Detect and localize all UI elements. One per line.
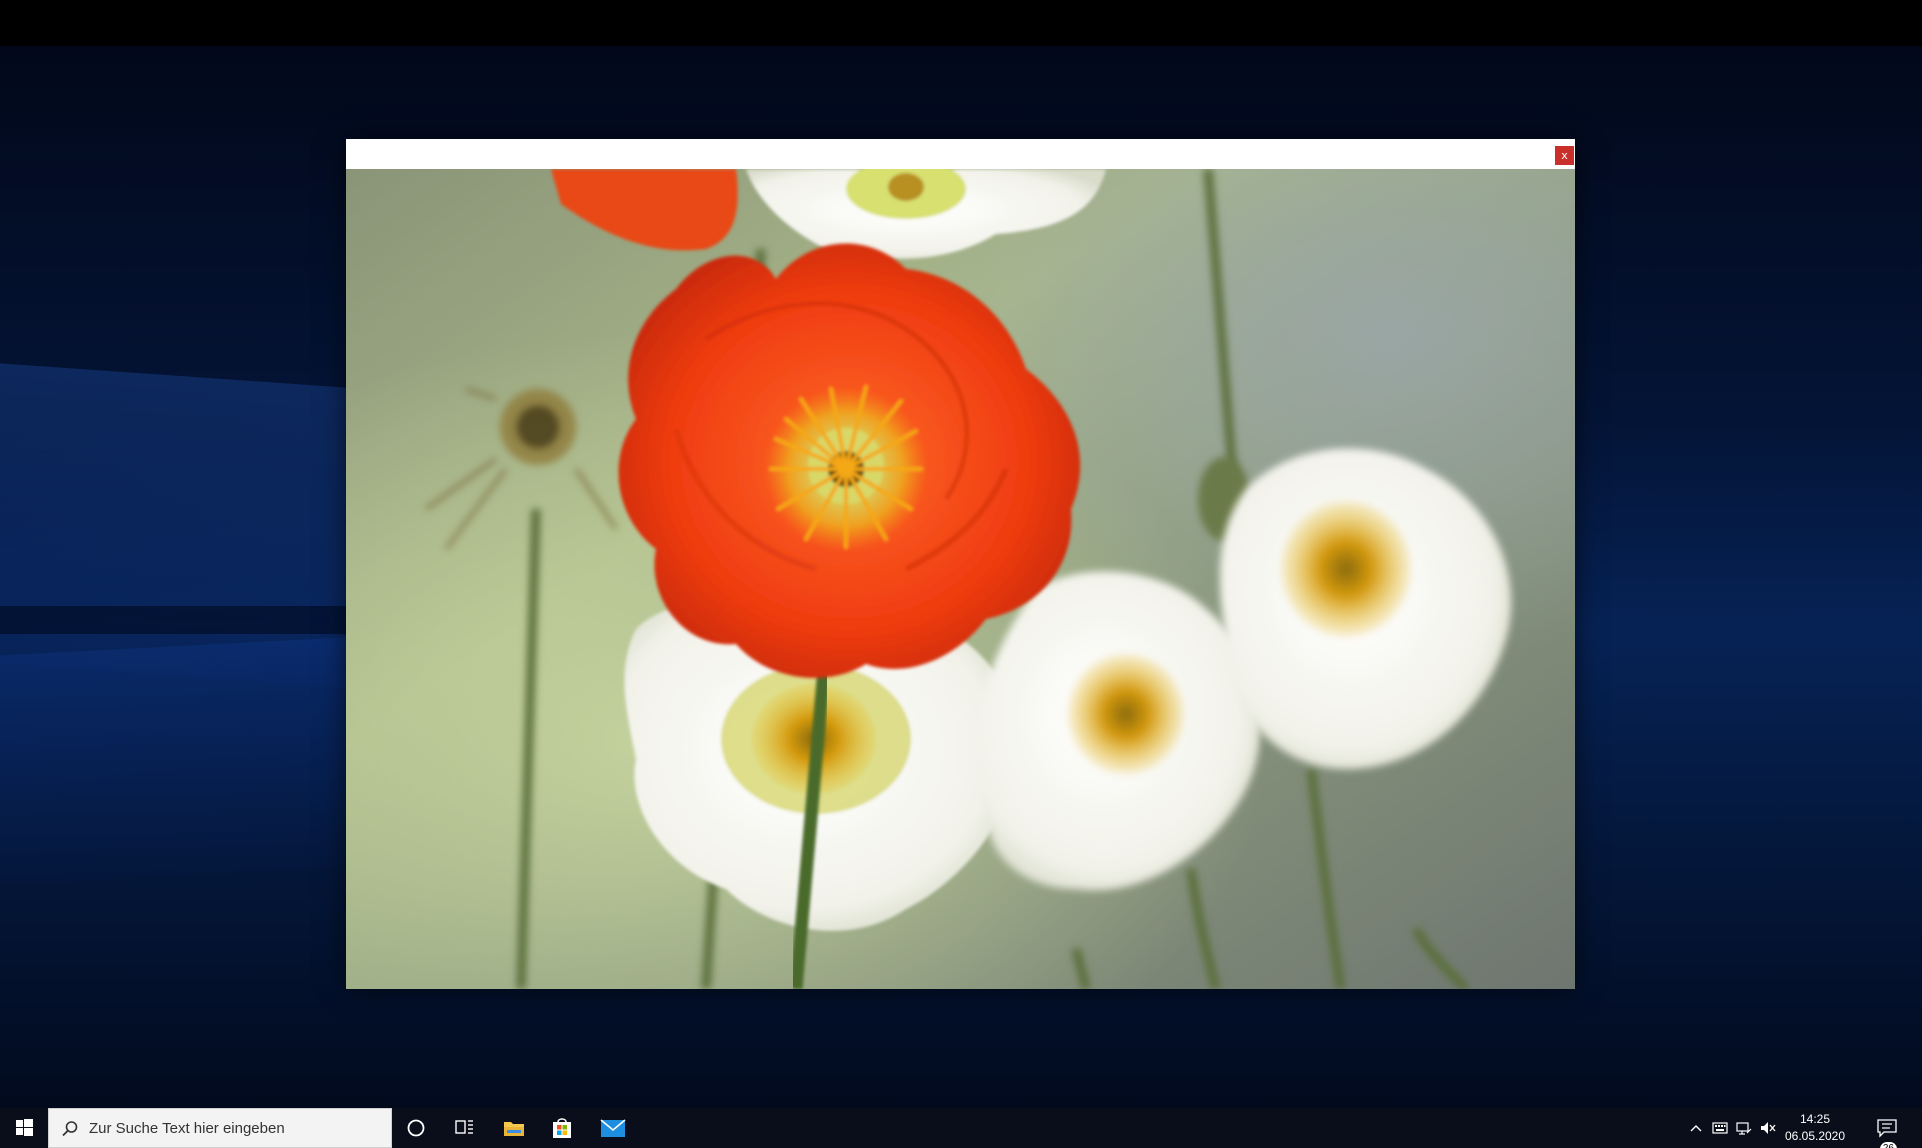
search-icon (62, 1121, 78, 1137)
poppies-photo-drawing (346, 169, 1575, 989)
file-explorer-button[interactable] (490, 1108, 538, 1148)
file-explorer-icon (504, 1122, 524, 1136)
cortana-button[interactable] (392, 1108, 440, 1148)
poppies-photo (346, 169, 1575, 989)
windows-logo-icon (16, 1119, 33, 1136)
action-center-button[interactable]: 26 (1876, 1118, 1906, 1148)
volume-muted-icon (1761, 1122, 1776, 1134)
notifications-icon (1877, 1119, 1897, 1138)
start-button[interactable] (0, 1108, 48, 1148)
system-tray: 14:25 06.05.2020 26 (1682, 1108, 1922, 1148)
search-placeholder: Zur Suche Text hier eingeben (89, 1120, 285, 1137)
wallpaper-light-beam (0, 636, 360, 886)
task-view-button[interactable] (440, 1108, 488, 1148)
clock-time: 14:25 (1799, 1112, 1831, 1126)
taskbar: Zur Suche Text hier eingeben 14:25 06.05… (0, 1108, 1922, 1148)
viewer-titlebar[interactable]: x (346, 139, 1575, 169)
image-viewer-window: x (346, 139, 1575, 989)
show-hidden-icons-button[interactable] (1688, 1120, 1704, 1136)
keyboard-icon (1712, 1122, 1728, 1134)
wallpaper-shadow-band (0, 606, 360, 634)
chevron-up-icon (1690, 1125, 1702, 1132)
clock-button[interactable]: 14:25 06.05.2020 (1780, 1111, 1850, 1145)
search-input[interactable]: Zur Suche Text hier eingeben (48, 1108, 392, 1148)
mail-button[interactable] (588, 1108, 636, 1148)
keyboard-tray-button[interactable] (1712, 1120, 1728, 1136)
volume-tray-button[interactable] (1760, 1120, 1776, 1136)
task-view-icon (455, 1120, 473, 1134)
network-tray-button[interactable] (1736, 1120, 1752, 1136)
microsoft-store-icon (553, 1118, 571, 1138)
cortana-icon (407, 1119, 425, 1137)
clock-date: 06.05.2020 (1784, 1129, 1846, 1143)
top-black-strip (0, 0, 1922, 46)
screen: x Zur Suche Text hier eingeben 14:25 06.… (0, 0, 1922, 1148)
network-icon (1736, 1122, 1752, 1135)
microsoft-store-button[interactable] (538, 1108, 586, 1148)
mail-icon (600, 1119, 626, 1137)
close-button[interactable]: x (1555, 146, 1574, 165)
notification-count-badge: 26 (1879, 1142, 1897, 1148)
